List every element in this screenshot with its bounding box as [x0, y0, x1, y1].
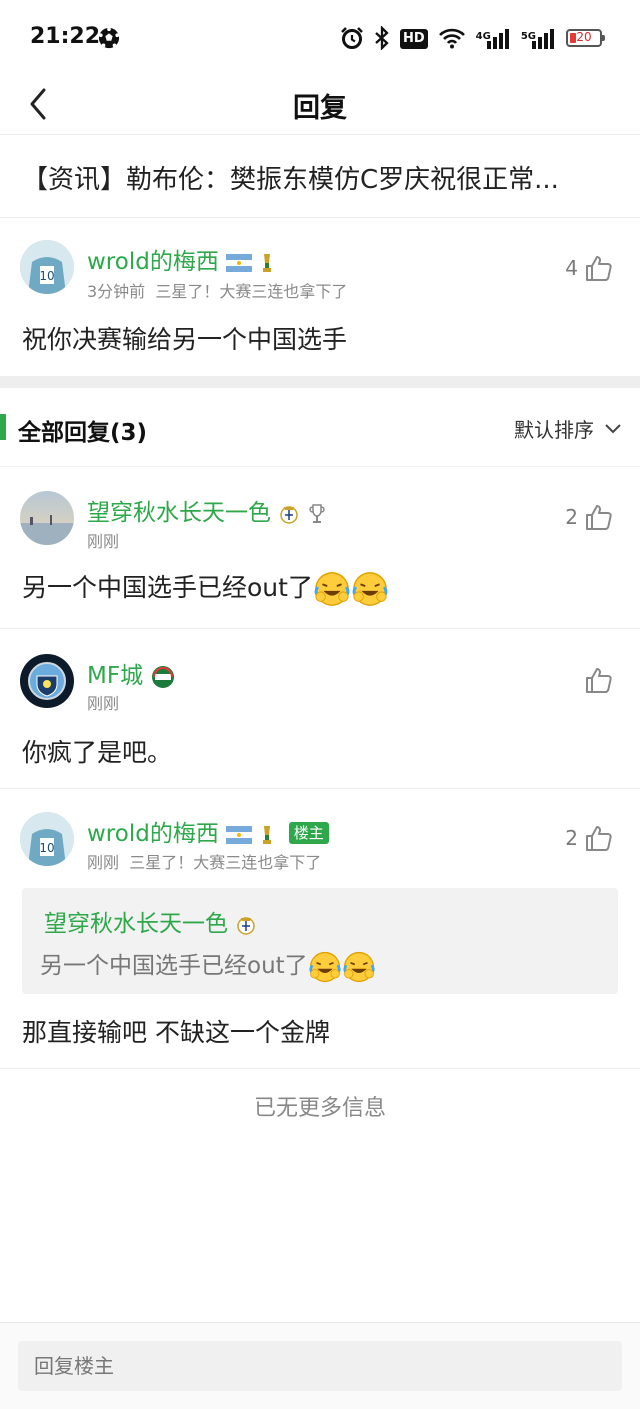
news-title: 【资讯】勒布伦：樊振东模仿C罗庆祝很正常...: [22, 165, 559, 195]
world-cup-trophy-icon: [263, 253, 272, 272]
section-accent-bar: [0, 414, 6, 440]
divider: [0, 628, 640, 629]
quote-text: 另一个中国选手已经out了: [40, 946, 376, 984]
club-badge-icon: [152, 665, 175, 688]
wifi-icon: [438, 28, 465, 49]
reply-username[interactable]: wrold的梅西 楼主: [87, 814, 329, 848]
sort-dropdown[interactable]: 默认排序: [514, 414, 622, 443]
like-button[interactable]: 4: [565, 252, 614, 284]
status-icons: HD 4G 5G 20: [340, 24, 605, 52]
page-title: 回复: [293, 93, 347, 124]
thumbs-up-icon: [586, 668, 612, 693]
reply-bar: [0, 1322, 640, 1409]
avatar[interactable]: [20, 491, 74, 545]
champions-trophy-icon: [308, 503, 325, 523]
network-4g-label: 4G: [475, 31, 491, 42]
divider: [0, 1068, 640, 1069]
real-madrid-badge-icon: [237, 916, 256, 935]
thumbs-up-icon: [586, 256, 612, 281]
post-content: 祝你决赛输给另一个中国选手: [22, 325, 348, 354]
divider: [0, 788, 640, 789]
laughing-crying-emoji-icon: [309, 951, 341, 982]
reply-meta: 刚刚 三星了！大赛三连也拿下了: [87, 853, 322, 872]
alarm-icon: [341, 27, 363, 49]
battery-icon: 20: [566, 29, 605, 47]
reply-content: 那直接输吧 不缺这一个金牌: [22, 1018, 330, 1047]
reply-input[interactable]: [18, 1341, 622, 1391]
section-separator: [0, 376, 640, 388]
reply-time: 刚刚: [87, 694, 120, 713]
thumbs-up-icon: [586, 505, 612, 530]
avatar[interactable]: 10: [20, 812, 74, 866]
reply-content: 另一个中国选手已经out了: [22, 568, 389, 608]
like-button[interactable]: 2: [565, 501, 614, 533]
laughing-crying-emoji-icon: [343, 951, 375, 982]
bluetooth-icon: [375, 26, 389, 50]
like-count: 2: [565, 826, 578, 850]
svg-text:10: 10: [39, 269, 54, 283]
avatar[interactable]: [20, 654, 74, 708]
battery-level: 20: [576, 30, 592, 44]
no-more-info: 已无更多信息: [253, 1096, 386, 1121]
status-time: 21:22: [30, 24, 101, 49]
owner-badge: 楼主: [288, 821, 329, 844]
thumbs-up-icon: [586, 826, 612, 851]
svg-text:10: 10: [39, 841, 54, 855]
argentina-flag-icon: [226, 825, 253, 844]
reply-time: 刚刚: [87, 532, 120, 551]
reply-username[interactable]: MF城: [87, 656, 176, 690]
world-cup-trophy-icon: [263, 825, 272, 844]
hd-badge: HD: [399, 27, 428, 49]
section-title: 全部回复(3): [18, 420, 148, 446]
like-count: 2: [565, 505, 578, 529]
laughing-crying-emoji-icon: [314, 572, 350, 606]
news-link[interactable]: 【资讯】勒布伦：樊振东模仿C罗庆祝很正常...: [0, 135, 640, 218]
avatar[interactable]: 10: [20, 240, 74, 294]
nav-header: 回复: [0, 76, 640, 135]
soccer-ball-icon: [98, 27, 120, 49]
argentina-flag-icon: [226, 253, 253, 272]
reply-username[interactable]: 望穿秋水长天一色: [87, 493, 326, 527]
replies-section-header: 全部回复(3) 默认排序: [0, 388, 640, 467]
like-button[interactable]: [578, 664, 614, 696]
like-count: 4: [565, 256, 578, 280]
like-button[interactable]: 2: [565, 822, 614, 854]
status-bar: 21:22 HD 4G 5G 20: [0, 0, 640, 76]
real-madrid-badge-icon: [280, 505, 299, 524]
post-meta: 3分钟前 三星了！大赛三连也拿下了: [87, 282, 348, 301]
laughing-crying-emoji-icon: [352, 572, 388, 606]
network-5g-label: 5G: [520, 31, 536, 42]
quoted-reply[interactable]: 望穿秋水长天一色 另一个中国选手已经out了: [22, 888, 618, 994]
reply-content: 你疯了是吧。: [22, 738, 173, 767]
sort-label: 默认排序: [514, 418, 594, 442]
post-username[interactable]: wrold的梅西: [87, 242, 275, 276]
quote-username: 望穿秋水长天一色: [44, 904, 257, 938]
chevron-down-icon: [605, 423, 621, 433]
